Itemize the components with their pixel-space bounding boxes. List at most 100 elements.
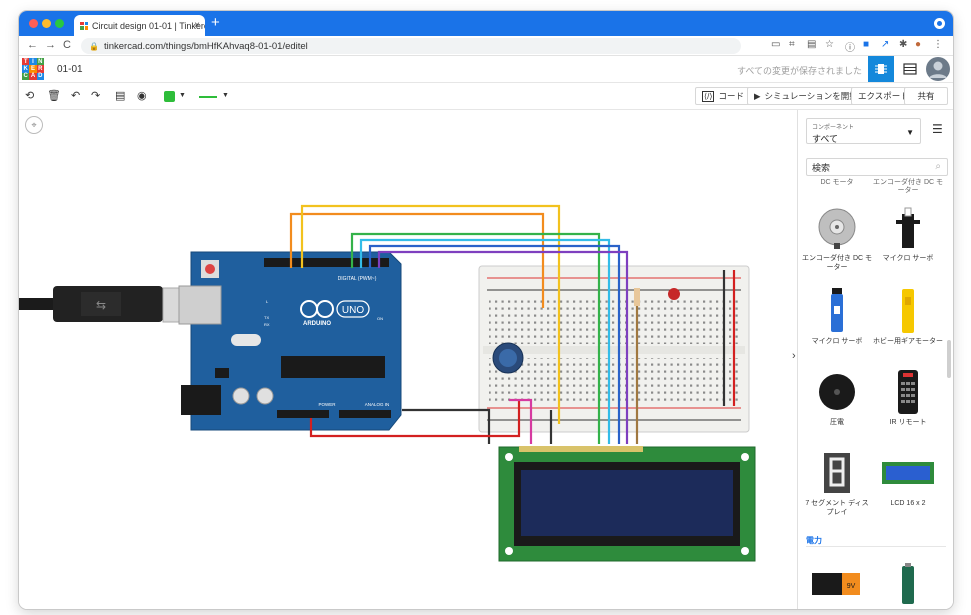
url-text: tinkercad.com/things/bmHfKAhvaq8-01-01/e… — [103, 40, 308, 52]
wire-type-icon[interactable] — [199, 96, 217, 98]
analog-label: ANALOG IN — [365, 402, 390, 407]
chevron-down-icon: ▼ — [906, 128, 914, 137]
resistor[interactable] — [634, 288, 640, 306]
section-divider — [806, 546, 946, 547]
collapse-panel-icon[interactable]: › — [792, 350, 800, 368]
schematic-view-button[interactable] — [897, 56, 923, 82]
play-icon: ▶ — [754, 90, 761, 101]
extension-blue-icon[interactable]: ■ — [863, 39, 869, 50]
component-9v-battery[interactable]: 9V — [802, 558, 872, 609]
browser-tab[interactable]: Circuit design 01-01 | Tinkercad × — [74, 15, 205, 36]
search-icon: ⌕ — [935, 161, 941, 172]
forward-icon[interactable]: → — [45, 39, 56, 51]
component-type-dropdown[interactable]: コンポーネント すべて ▼ — [806, 118, 921, 144]
rx-label: RX — [264, 322, 270, 327]
red-led[interactable] — [668, 288, 680, 300]
svg-text:⇆: ⇆ — [96, 298, 106, 312]
redo-icon[interactable]: ↷ — [91, 89, 100, 103]
battery-label: 9V — [847, 583, 856, 590]
logo-letter: D — [36, 72, 44, 80]
translate-icon[interactable]: ▤ — [807, 39, 816, 50]
dc-motor-icon — [818, 208, 856, 249]
component-dropdown-value: すべて — [812, 134, 839, 144]
logo-letter: E — [29, 65, 37, 73]
tinkercad-favicon-icon — [80, 21, 88, 30]
lcd-16x2[interactable] — [498, 446, 756, 562]
piezo-icon — [819, 374, 855, 410]
component-7-segment-display[interactable]: 7 セグメント ディスプレイ — [802, 447, 872, 517]
logo-letter: C — [22, 72, 30, 80]
components-panel: › コンポーネント すべて ▼ ☰ 検索 ⌕ DC モータ エンコーダ付き DC… — [792, 110, 953, 609]
simulate-label: シミュレーションを開始 — [764, 91, 858, 101]
search-placeholder: 検索 — [812, 162, 831, 173]
component-ir-remote[interactable]: IR リモート — [873, 366, 943, 427]
rotate-icon[interactable]: ⟲ — [25, 89, 34, 103]
browser-window: Circuit design 01-01 | Tinkercad × + ← →… — [19, 11, 953, 609]
qr-icon[interactable]: ⌗ — [789, 39, 795, 50]
editor-toolbar: ⟲ 🗑 ↶ ↷ ▤ ◉ ▼ ▼ ⟨/⟩ コード ▶ シミュレーションを開始 エク… — [19, 83, 953, 110]
url-field[interactable]: 🔒 tinkercad.com/things/bmHfKAhvaq8-01-01… — [81, 38, 741, 54]
item-label: 7 セグメント ディスプレイ — [805, 500, 869, 516]
profile-icon[interactable] — [934, 18, 945, 29]
micro-servo-icon — [896, 207, 920, 248]
item-label: マイクロ サーボ — [811, 338, 863, 345]
delete-icon[interactable]: 🗑 — [47, 89, 61, 103]
list-view-toggle-icon[interactable]: ☰ — [932, 122, 943, 136]
cast-icon[interactable]: ▭ — [771, 39, 780, 50]
arduino-brand: ARDUINO — [303, 321, 331, 327]
info-icon[interactable]: ⓘ — [845, 39, 855, 54]
share-extension-icon[interactable]: ↗ — [881, 39, 889, 50]
seven-segment-icon — [824, 453, 850, 493]
circuit-canvas[interactable]: ⌖ ⇆ DIGITAL (PWM~) ARDUINO UNO ON L TX R… — [19, 110, 797, 609]
component-search-input[interactable]: 検索 ⌕ — [806, 158, 948, 176]
extensions-puzzle-icon[interactable]: ✱ — [899, 39, 907, 50]
code-button[interactable]: ⟨/⟩ コード — [695, 87, 751, 105]
component-aa-battery[interactable] — [873, 558, 943, 609]
logo-letter: T — [22, 58, 30, 66]
undo-icon[interactable]: ↶ — [71, 89, 80, 103]
bookmark-star-icon[interactable]: ☆ — [825, 39, 834, 50]
tinkercad-logo[interactable]: T I N K E R C A D — [22, 58, 44, 80]
ir-remote-icon — [898, 370, 918, 414]
close-window-button[interactable] — [29, 19, 38, 28]
arduino-uno-board[interactable]: DIGITAL (PWM~) ARDUINO UNO ON L TX RX PO… — [178, 251, 402, 431]
visibility-icon[interactable]: ◉ — [137, 89, 147, 103]
browser-menu-icon[interactable]: ⋮ — [933, 39, 943, 50]
logo-letter: R — [36, 65, 44, 73]
reload-icon[interactable]: C — [63, 39, 71, 51]
user-avatar-icon[interactable]: ● — [915, 39, 921, 50]
circuit-view-button[interactable] — [868, 56, 894, 82]
component-encoder-dc-motor[interactable]: エンコーダ付き DC モーター — [802, 202, 872, 272]
panel-scrollbar[interactable] — [947, 340, 951, 378]
on-label: ON — [377, 316, 383, 321]
start-simulation-button[interactable]: ▶ シミュレーションを開始 — [747, 87, 865, 105]
component-lcd-16x2[interactable]: LCD 16 x 2 — [873, 447, 943, 508]
tab-bar: Circuit design 01-01 | Tinkercad × + — [19, 11, 953, 36]
project-name[interactable]: 01-01 — [57, 64, 83, 75]
logo-letter: K — [22, 65, 30, 73]
arduino-model: UNO — [342, 305, 364, 316]
component-hobby-gearmotor[interactable]: ホビー用ギアモーター — [873, 285, 943, 346]
share-button[interactable]: 共有 — [904, 87, 948, 105]
item-label-clipped: DC モータ — [820, 179, 854, 186]
wire-type-dropdown-icon[interactable]: ▼ — [222, 89, 229, 103]
maximize-window-button[interactable] — [55, 19, 64, 28]
component-micro-servo[interactable]: マイクロ サーボ — [873, 202, 943, 263]
battery-aa-icon — [902, 563, 914, 604]
power-jack — [181, 385, 221, 415]
component-piezo[interactable]: 圧電 — [802, 366, 872, 427]
user-avatar[interactable] — [925, 56, 951, 82]
tab-close-icon[interactable]: × — [194, 20, 200, 31]
circuit-drawing: ⇆ DIGITAL (PWM~) ARDUINO UNO ON L TX RX … — [19, 204, 756, 562]
chip-icon — [875, 64, 887, 74]
color-dropdown-icon[interactable]: ▼ — [179, 89, 186, 103]
minimize-window-button[interactable] — [42, 19, 51, 28]
blue-servo-icon — [831, 288, 843, 332]
new-tab-button[interactable]: + — [211, 15, 220, 31]
back-icon[interactable]: ← — [27, 39, 38, 51]
item-label: 圧電 — [830, 419, 844, 426]
notes-icon[interactable]: ▤ — [115, 89, 125, 103]
component-micro-servo-blue[interactable]: マイクロ サーボ — [802, 285, 872, 346]
tab-title: Circuit design 01-01 | Tinkercad — [92, 20, 205, 31]
wire-color-swatch[interactable] — [164, 91, 175, 102]
